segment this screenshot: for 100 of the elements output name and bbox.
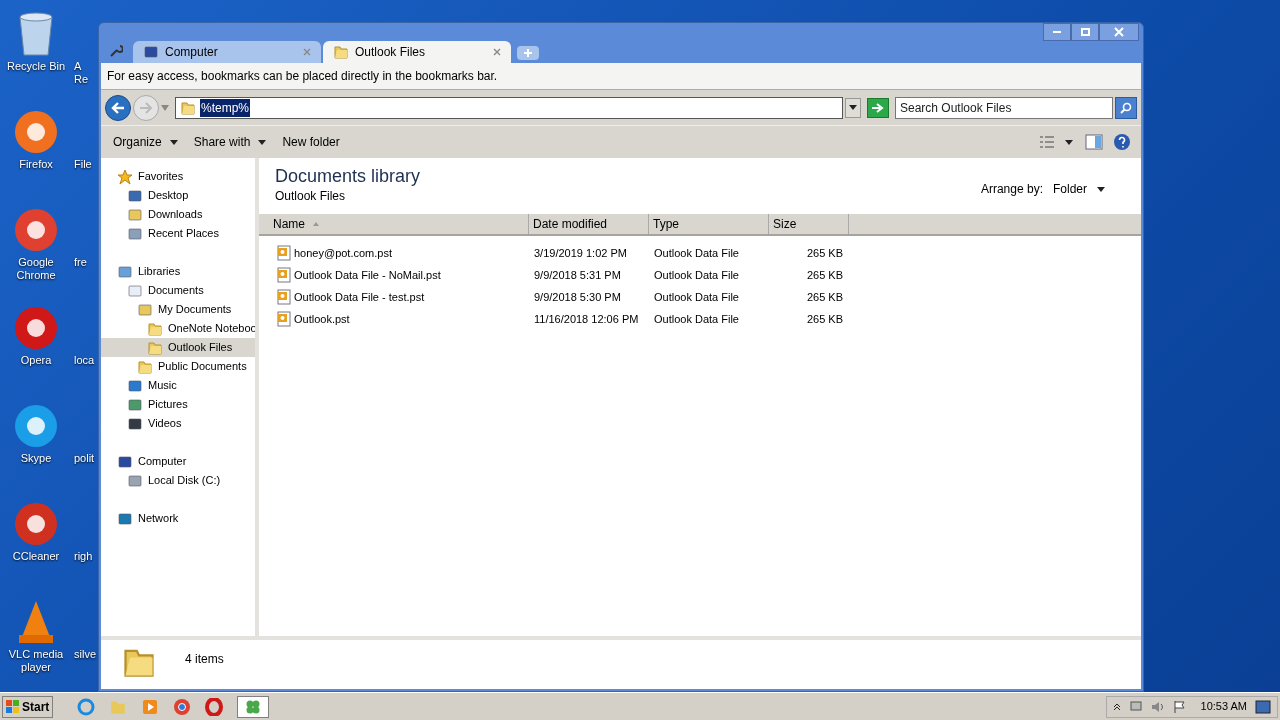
caret-icon <box>1097 186 1105 192</box>
back-arrow-icon <box>111 101 125 114</box>
item-count: 4 items <box>185 651 224 668</box>
nav-item[interactable]: Music <box>101 376 255 395</box>
caret-icon[interactable] <box>1065 139 1073 145</box>
data-file-icon <box>276 289 292 305</box>
table-cell-text: 9/9/2018 5:30 PM <box>533 289 622 305</box>
back-button[interactable] <box>105 94 131 121</box>
file-name[interactable]: Outlook Data File - NoMail.pst <box>294 266 441 284</box>
table-cell-text: 9/9/2018 5:31 PM <box>533 267 622 283</box>
nav-item[interactable]: Libraries <box>101 262 255 281</box>
table-cell-text: Outlook Data File <box>653 245 740 261</box>
recycle-bin-icon <box>16 11 56 57</box>
desktop-icon-label[interactable]: loca <box>74 354 95 367</box>
nav-item[interactable]: Pictures <box>101 395 255 414</box>
search-icon <box>1120 101 1132 114</box>
data-file-icon <box>276 267 292 283</box>
column-header[interactable]: Size <box>769 214 849 234</box>
desktop-icon-label[interactable]: polit <box>74 452 95 465</box>
desktop-icon-label[interactable]: righ <box>74 550 93 563</box>
nav-item[interactable]: Network <box>101 509 255 528</box>
go-button[interactable] <box>867 97 889 118</box>
sort-arrow-icon <box>313 222 319 226</box>
search-field[interactable]: Search Outlook Files <box>895 96 1113 119</box>
view-options-icon[interactable] <box>1039 135 1055 149</box>
table-cell-text: 265 KB <box>805 267 844 283</box>
toolbar-button[interactable]: Share with <box>185 129 275 155</box>
show-desktop-icon[interactable] <box>1255 699 1271 714</box>
folder-icon <box>333 44 349 60</box>
help-icon[interactable] <box>1113 133 1131 151</box>
toolbar-button[interactable]: Organize <box>105 129 186 155</box>
internet-explorer-icon[interactable] <box>77 697 96 716</box>
table-cell-text: 11/16/2018 12:06 PM <box>533 311 640 327</box>
flag-icon[interactable] <box>1172 699 1187 714</box>
file-name[interactable]: Outlook Data File - test.pst <box>294 288 425 306</box>
nav-item[interactable]: My Documents <box>101 300 255 319</box>
file-name[interactable]: Outlook.pst <box>294 310 350 328</box>
browser-tab[interactable]: Computer <box>133 41 321 63</box>
column-header[interactable]: Name <box>259 214 529 234</box>
wrench-icon[interactable] <box>109 44 123 58</box>
folder-icon <box>137 358 153 375</box>
preview-pane-icon[interactable] <box>1085 134 1103 150</box>
desktop-icon-label[interactable]: Firefox <box>4 158 68 171</box>
desktop-icon-label[interactable]: fre <box>74 256 87 269</box>
toolbar-button[interactable]: New folder <box>274 129 348 155</box>
arrange-by-dropdown[interactable]: Folder <box>1053 180 1105 198</box>
close-tab-icon[interactable] <box>493 48 501 56</box>
column-header[interactable]: Type <box>649 214 769 234</box>
minimize-button[interactable] <box>1043 23 1071 41</box>
maximize-button[interactable] <box>1071 23 1099 41</box>
desktop-icon-label[interactable]: CCleaner <box>4 550 68 563</box>
browser-tab[interactable]: Outlook Files <box>323 41 511 63</box>
folder-icon <box>180 99 196 116</box>
data-file-icon <box>276 245 292 261</box>
desktop-icon-label[interactable]: Re <box>74 73 89 86</box>
desktop-icon-label[interactable]: File <box>74 158 92 171</box>
nav-item[interactable]: Downloads <box>101 205 255 224</box>
caret-icon <box>169 139 178 145</box>
chevron-up-icon[interactable] <box>1112 702 1121 711</box>
dropdown-button[interactable] <box>845 97 861 118</box>
folder-icon <box>147 320 163 337</box>
close-tab-icon[interactable] <box>303 48 311 56</box>
table-cell-text: 265 KB <box>805 289 844 305</box>
nav-item[interactable]: Desktop <box>101 186 255 205</box>
file-name[interactable]: honey@pot.com.pst <box>294 244 392 262</box>
desktop-icon-label[interactable]: Opera <box>4 354 68 367</box>
table-cell-text: 3/19/2019 1:02 PM <box>533 245 628 261</box>
desktop-icon-label[interactable]: A <box>74 60 89 73</box>
nav-item[interactable]: Documents <box>101 281 255 300</box>
media-player-icon[interactable] <box>141 697 160 716</box>
windows-flag-icon <box>6 699 20 714</box>
column-header[interactable]: Date modified <box>529 214 649 234</box>
arrange-by-label: Arrange by: <box>980 181 1043 198</box>
nav-item[interactable]: Videos <box>101 414 255 433</box>
caret-icon <box>849 105 857 110</box>
search-button[interactable] <box>1115 96 1137 119</box>
table-cell-text: Outlook Data File <box>653 289 740 305</box>
plus-icon <box>524 49 532 57</box>
nav-item[interactable]: Outlook Files <box>101 338 255 357</box>
close-icon <box>1114 27 1124 37</box>
nav-item[interactable]: Local Disk (C:) <box>101 471 255 490</box>
desktop-icon-label[interactable]: Recycle Bin <box>4 60 68 73</box>
nav-item[interactable]: Recent Places <box>101 224 255 243</box>
nav-item[interactable]: Favorites <box>101 167 255 186</box>
caret-icon <box>258 139 267 145</box>
close-button[interactable] <box>1099 23 1139 41</box>
speaker-icon[interactable] <box>1150 699 1165 714</box>
desktop-icon-label[interactable]: VLC media player <box>4 648 68 674</box>
desktop-icon-label[interactable]: silve <box>74 648 96 661</box>
start-button[interactable]: Start <box>2 695 54 718</box>
new-tab-button[interactable] <box>517 46 539 60</box>
arrow-icon <box>872 102 884 113</box>
nav-item[interactable]: Public Documents <box>101 357 255 376</box>
table-cell-text: 265 KB <box>805 311 844 327</box>
nav-item[interactable]: Computer <box>101 452 255 471</box>
desktop-icon-label[interactable]: Google Chrome <box>4 256 68 282</box>
desktop-icon-label[interactable]: Skype <box>4 452 68 465</box>
taskbar-app-button[interactable] <box>237 695 270 718</box>
bookmarks-hint: For easy access, bookmarks can be placed directly in the bookmarks bar. <box>107 68 498 85</box>
address-field[interactable]: %temp% <box>175 96 843 119</box>
